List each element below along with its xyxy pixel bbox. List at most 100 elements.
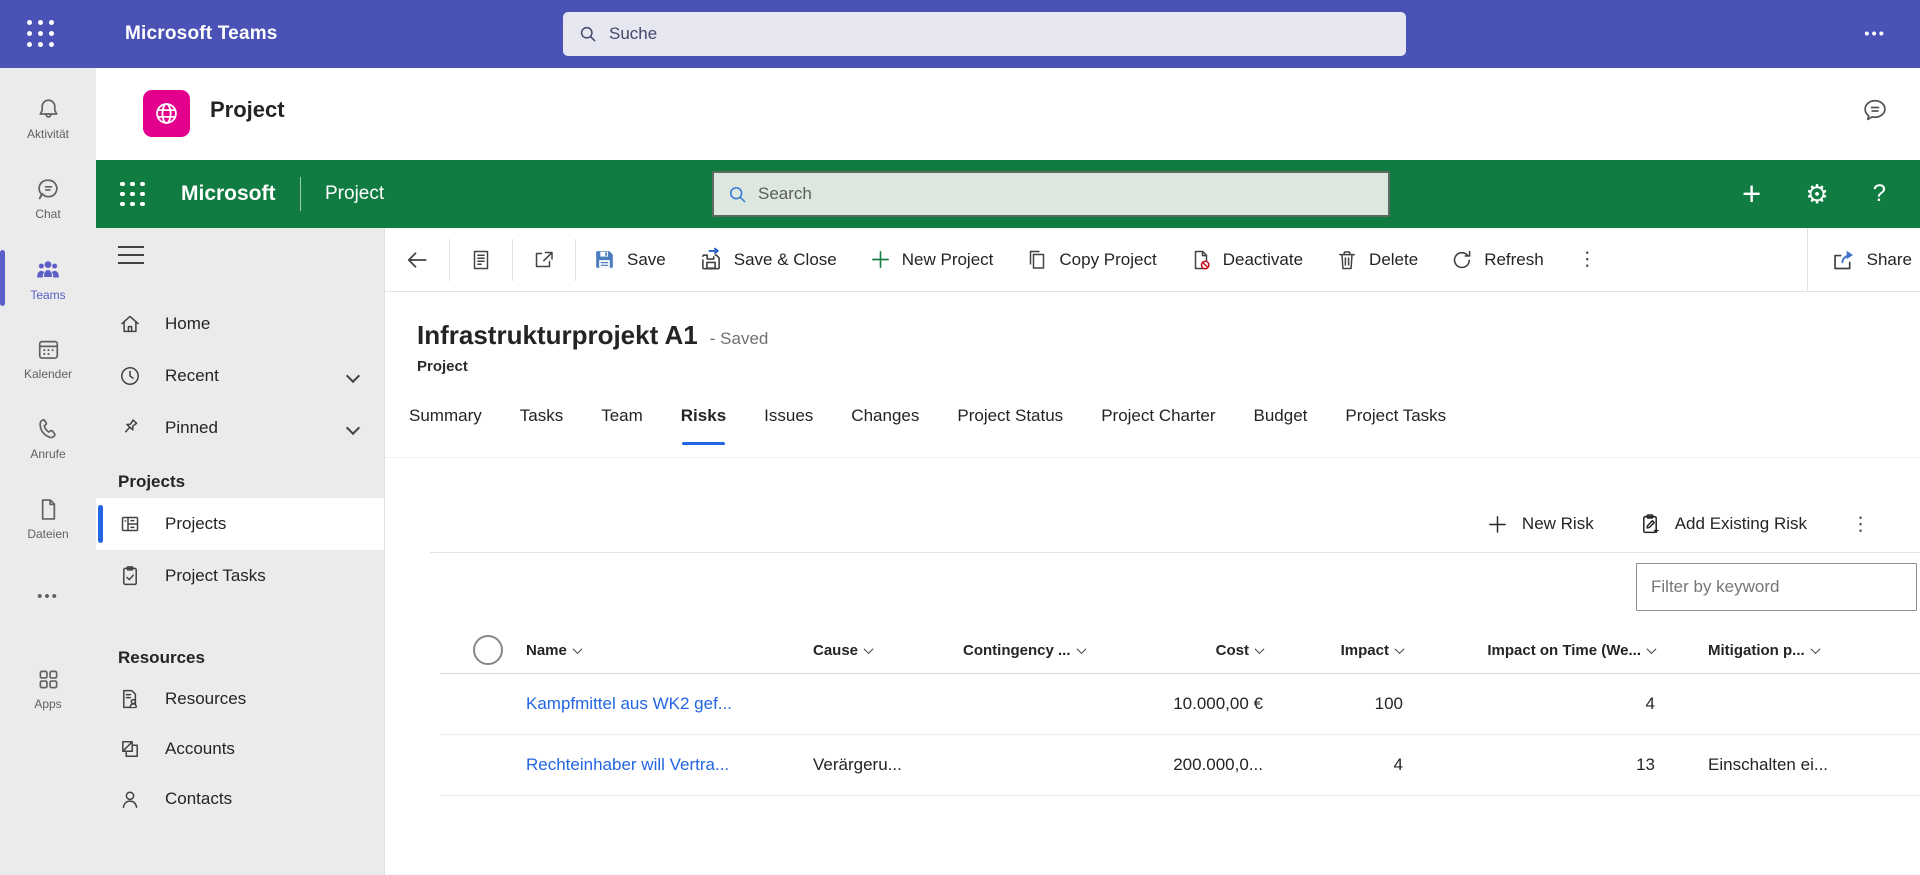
select-all-circle[interactable] <box>473 635 503 665</box>
col-header-impact[interactable]: Impact <box>1271 642 1411 659</box>
office-app-name[interactable]: Project <box>325 183 384 205</box>
hamburger-icon[interactable] <box>118 246 144 264</box>
app-name: Project <box>210 97 285 123</box>
nav-item-accounts[interactable]: Accounts <box>96 724 384 774</box>
cell-impact: 100 <box>1271 694 1411 714</box>
office-search-input[interactable] <box>758 184 1309 204</box>
rail-item-apps[interactable]: Apps <box>0 652 96 724</box>
rail-item-calendar[interactable]: Kalender <box>0 322 96 394</box>
nav-item-home[interactable]: Home <box>96 298 384 350</box>
add-existing-risk-button[interactable]: Add Existing Risk <box>1638 512 1807 536</box>
cell-name[interactable]: Rechteinhaber will Vertra... <box>518 755 805 775</box>
share-label: Share <box>1867 250 1912 270</box>
teams-search-input[interactable] <box>609 24 1341 44</box>
rail-item-chat[interactable]: Chat <box>0 162 96 234</box>
rail-more-icon[interactable]: ••• <box>37 588 59 610</box>
new-risk-button[interactable]: New Risk <box>1486 513 1594 536</box>
copy-project-button[interactable]: Copy Project <box>1009 228 1172 291</box>
save-button[interactable]: Save <box>576 228 682 291</box>
chevron-down-icon <box>1395 644 1405 654</box>
search-icon <box>727 184 748 205</box>
nav-item-pinned[interactable]: Pinned <box>96 402 384 454</box>
tab-project-tasks[interactable]: Project Tasks <box>1345 394 1446 457</box>
teams-left-rail: Aktivität Chat Teams Kalender Anrufe Dat… <box>0 68 96 875</box>
rail-label: Chat <box>35 208 60 220</box>
tab-budget[interactable]: Budget <box>1254 394 1308 457</box>
deactivate-button[interactable]: Deactivate <box>1173 228 1319 291</box>
teams-top-bar: Microsoft Teams ••• <box>0 0 1920 68</box>
rail-label: Aktivität <box>27 128 69 140</box>
cell-name[interactable]: Kampfmittel aus WK2 gef... <box>518 694 805 714</box>
help-icon[interactable]: ? <box>1873 180 1886 208</box>
tab-project-status[interactable]: Project Status <box>957 394 1063 457</box>
nav-label: Projects <box>165 514 226 534</box>
copy-icon <box>1025 248 1049 272</box>
chevron-down-icon <box>1255 644 1265 654</box>
chevron-down-icon <box>572 644 582 654</box>
command-toolbar: Save Save & Close New Project Copy Proje… <box>385 228 1920 292</box>
refresh-button[interactable]: Refresh <box>1434 228 1560 291</box>
resource-doc-icon <box>118 687 142 711</box>
save-close-button[interactable]: Save & Close <box>682 228 853 291</box>
gear-icon[interactable]: ⚙ <box>1805 179 1828 210</box>
rail-item-files[interactable]: Dateien <box>0 482 96 554</box>
tab-changes[interactable]: Changes <box>851 394 919 457</box>
phone-icon <box>35 416 62 443</box>
clipboard-check-icon <box>118 564 142 588</box>
teams-people-icon <box>34 256 62 284</box>
plus-icon <box>1486 513 1509 536</box>
toolbar-overflow-icon[interactable]: ⋮ <box>1560 248 1615 271</box>
back-button[interactable] <box>385 228 449 291</box>
tab-project-charter[interactable]: Project Charter <box>1101 394 1215 457</box>
tab-team[interactable]: Team <box>601 394 643 457</box>
office-waffle-icon[interactable] <box>120 182 145 207</box>
filter-keyword-input[interactable] <box>1636 563 1917 611</box>
nav-item-contacts[interactable]: Contacts <box>96 774 384 824</box>
tab-issues[interactable]: Issues <box>764 394 813 457</box>
popout-button[interactable] <box>513 228 575 291</box>
rail-item-activity[interactable]: Aktivität <box>0 82 96 154</box>
chevron-down-icon[interactable] <box>346 369 360 383</box>
cell-mitigation: Einschalten ei... <box>1663 755 1920 775</box>
feedback-bubble-icon[interactable] <box>1860 95 1890 125</box>
rail-item-calls[interactable]: Anrufe <box>0 402 96 474</box>
teams-search[interactable] <box>563 12 1406 56</box>
col-header-name[interactable]: Name <box>518 642 805 659</box>
col-header-contingency[interactable]: Contingency ... <box>955 642 1153 659</box>
nav-group-projects: Projects <box>96 466 384 498</box>
waffle-icon[interactable] <box>27 20 55 48</box>
record-save-status: - Saved <box>710 329 769 349</box>
col-header-cost[interactable]: Cost <box>1153 642 1271 659</box>
table-row[interactable]: Rechteinhaber will Vertra... Verärgeru..… <box>440 735 1920 796</box>
nav-item-resources[interactable]: Resources <box>96 674 384 724</box>
apps-grid-icon <box>35 666 62 693</box>
nav-label: Project Tasks <box>165 566 266 586</box>
col-header-cause[interactable]: Cause <box>805 642 955 659</box>
delete-button[interactable]: Delete <box>1319 228 1434 291</box>
chevron-down-icon[interactable] <box>346 421 360 435</box>
tab-summary[interactable]: Summary <box>409 394 482 457</box>
topbar-more-icon[interactable]: ••• <box>1864 26 1886 43</box>
nav-item-recent[interactable]: Recent <box>96 350 384 402</box>
app-tile[interactable] <box>143 90 190 137</box>
form-selector-button[interactable] <box>450 228 512 291</box>
col-header-impact-on-time[interactable]: Impact on Time (We... <box>1411 642 1663 659</box>
col-header-mitigation[interactable]: Mitigation p... <box>1663 642 1920 659</box>
risk-table: Name Cause Contingency ... Cost Impact I… <box>440 627 1920 796</box>
nav-item-projects[interactable]: Projects <box>96 498 384 550</box>
office-search[interactable] <box>712 171 1390 217</box>
table-row[interactable]: Kampfmittel aus WK2 gef... 10.000,00 € 1… <box>440 674 1920 735</box>
share-button[interactable]: Share <box>1807 228 1920 291</box>
nav-item-project-tasks[interactable]: Project Tasks <box>96 550 384 602</box>
subgrid-commands: New Risk Add Existing Risk ⋮ <box>385 504 1920 544</box>
board-icon <box>118 512 142 536</box>
file-icon <box>35 496 62 523</box>
subgrid-overflow-icon[interactable]: ⋮ <box>1845 513 1876 536</box>
new-project-button[interactable]: New Project <box>853 228 1010 291</box>
chevron-down-icon <box>1647 644 1657 654</box>
tab-tasks[interactable]: Tasks <box>520 394 563 457</box>
add-icon[interactable]: + <box>1742 179 1761 209</box>
rail-item-teams[interactable]: Teams <box>0 242 96 314</box>
office-actions: + ⚙ ? <box>1742 160 1886 228</box>
tab-risks[interactable]: Risks <box>681 394 726 457</box>
